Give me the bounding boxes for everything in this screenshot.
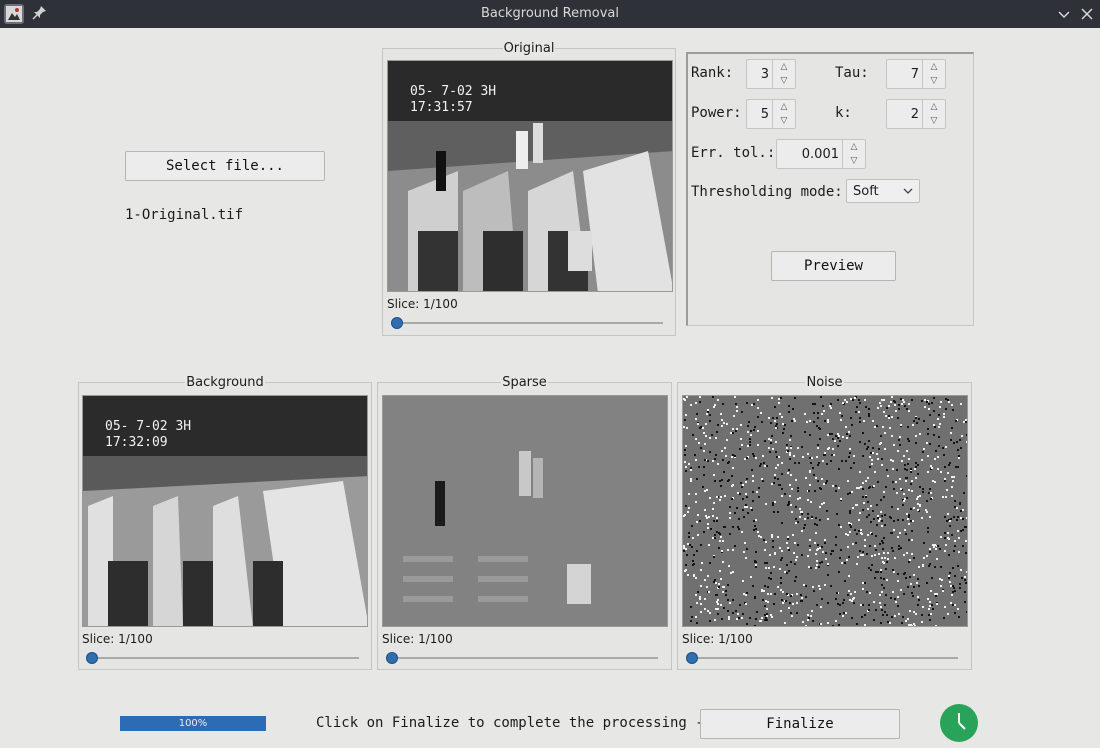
original-timestamp-1: 05- 7-02 3H <box>410 84 496 99</box>
noise-slice-label: Slice: 1/100 <box>682 632 753 646</box>
background-timestamp-2: 17:32:09 <box>105 435 168 450</box>
sparse-panel: Sparse Slice: 1/100 <box>377 375 672 670</box>
background-panel: Background 05- 7-02 3H 17:32:09 Slice: 1… <box>78 375 372 670</box>
power-value: 5 <box>760 107 769 122</box>
spin-up-icon[interactable]: △ <box>923 60 945 74</box>
clock-icon <box>940 704 978 742</box>
spin-down-icon[interactable]: ▽ <box>923 114 945 128</box>
dropdown-arrow-icon <box>903 185 913 200</box>
progress-bar: 100% <box>120 716 266 731</box>
background-slice-label: Slice: 1/100 <box>82 632 153 646</box>
background-title: Background <box>185 375 265 390</box>
spin-up-icon[interactable]: △ <box>923 100 945 114</box>
sparse-title: Sparse <box>501 375 548 390</box>
rank-value: 3 <box>760 67 769 82</box>
original-panel: Original 05- 7-02 3H 17:31:57 Slice: 1/1… <box>382 41 676 336</box>
background-slider-track[interactable] <box>91 657 359 659</box>
noise-image <box>682 395 968 627</box>
filename-label: 1-Original.tif <box>125 207 244 223</box>
power-label: Power: <box>691 105 742 121</box>
window-title: Background Removal <box>480 6 620 21</box>
background-timestamp-1: 05- 7-02 3H <box>105 419 191 434</box>
err-tol-value: 0.001 <box>801 147 839 162</box>
noise-slider-track[interactable] <box>690 657 958 659</box>
original-timestamp-2: 17:31:57 <box>410 100 473 115</box>
noise-panel: Noise Slice: 1/100 <box>677 375 972 670</box>
select-file-button[interactable]: Select file... <box>125 151 325 181</box>
k-spinbox[interactable]: 2 △ ▽ <box>886 99 946 129</box>
spin-down-icon[interactable]: ▽ <box>843 154 865 168</box>
thresholding-mode-label: Thresholding mode: <box>691 184 843 200</box>
err-tol-spinbox[interactable]: 0.001 △ ▽ <box>776 139 866 169</box>
thresholding-mode-select[interactable]: Soft <box>846 179 920 203</box>
spin-up-icon[interactable]: △ <box>773 60 795 74</box>
sparse-slice-label: Slice: 1/100 <box>382 632 453 646</box>
title-bar: Background Removal <box>0 0 1100 28</box>
background-image: 05- 7-02 3H 17:32:09 <box>82 395 368 627</box>
preview-button[interactable]: Preview <box>771 251 896 281</box>
tau-label: Tau: <box>835 65 869 81</box>
tau-spinbox[interactable]: 7 △ ▽ <box>886 59 946 89</box>
original-slice-label: Slice: 1/100 <box>387 297 458 311</box>
params-panel: Rank: 3 △ ▽ Tau: 7 △ ▽ Power: 5 △ ▽ k: 2 △ ▽… <box>686 52 974 326</box>
background-slider-handle[interactable] <box>86 652 98 664</box>
k-label: k: <box>835 105 852 121</box>
rank-spinbox[interactable]: 3 △ ▽ <box>746 59 796 89</box>
noise-slider-handle[interactable] <box>686 652 698 664</box>
original-slider-track[interactable] <box>395 322 663 324</box>
tau-value: 7 <box>910 67 919 82</box>
sparse-image <box>382 395 668 627</box>
spin-down-icon[interactable]: ▽ <box>923 74 945 88</box>
finalize-button[interactable]: Finalize <box>700 709 900 739</box>
spin-down-icon[interactable]: ▽ <box>773 114 795 128</box>
spin-down-icon[interactable]: ▽ <box>773 74 795 88</box>
original-slider-handle[interactable] <box>391 317 403 329</box>
original-title: Original <box>502 41 556 56</box>
finalize-instruction: Click on Finalize to complete the proces… <box>316 715 713 731</box>
rank-label: Rank: <box>691 65 734 81</box>
thresholding-mode-value: Soft <box>853 184 879 199</box>
sparse-slider-track[interactable] <box>390 657 658 659</box>
err-tol-label: Err. tol.: <box>691 145 776 161</box>
spin-up-icon[interactable]: △ <box>773 100 795 114</box>
k-value: 2 <box>910 107 919 122</box>
spin-up-icon[interactable]: △ <box>843 140 865 154</box>
close-icon[interactable] <box>1077 4 1097 24</box>
minimize-icon[interactable] <box>1054 4 1074 24</box>
power-spinbox[interactable]: 5 △ ▽ <box>746 99 796 129</box>
noise-title: Noise <box>805 375 844 390</box>
sparse-slider-handle[interactable] <box>386 652 398 664</box>
original-image: 05- 7-02 3H 17:31:57 <box>387 60 673 292</box>
